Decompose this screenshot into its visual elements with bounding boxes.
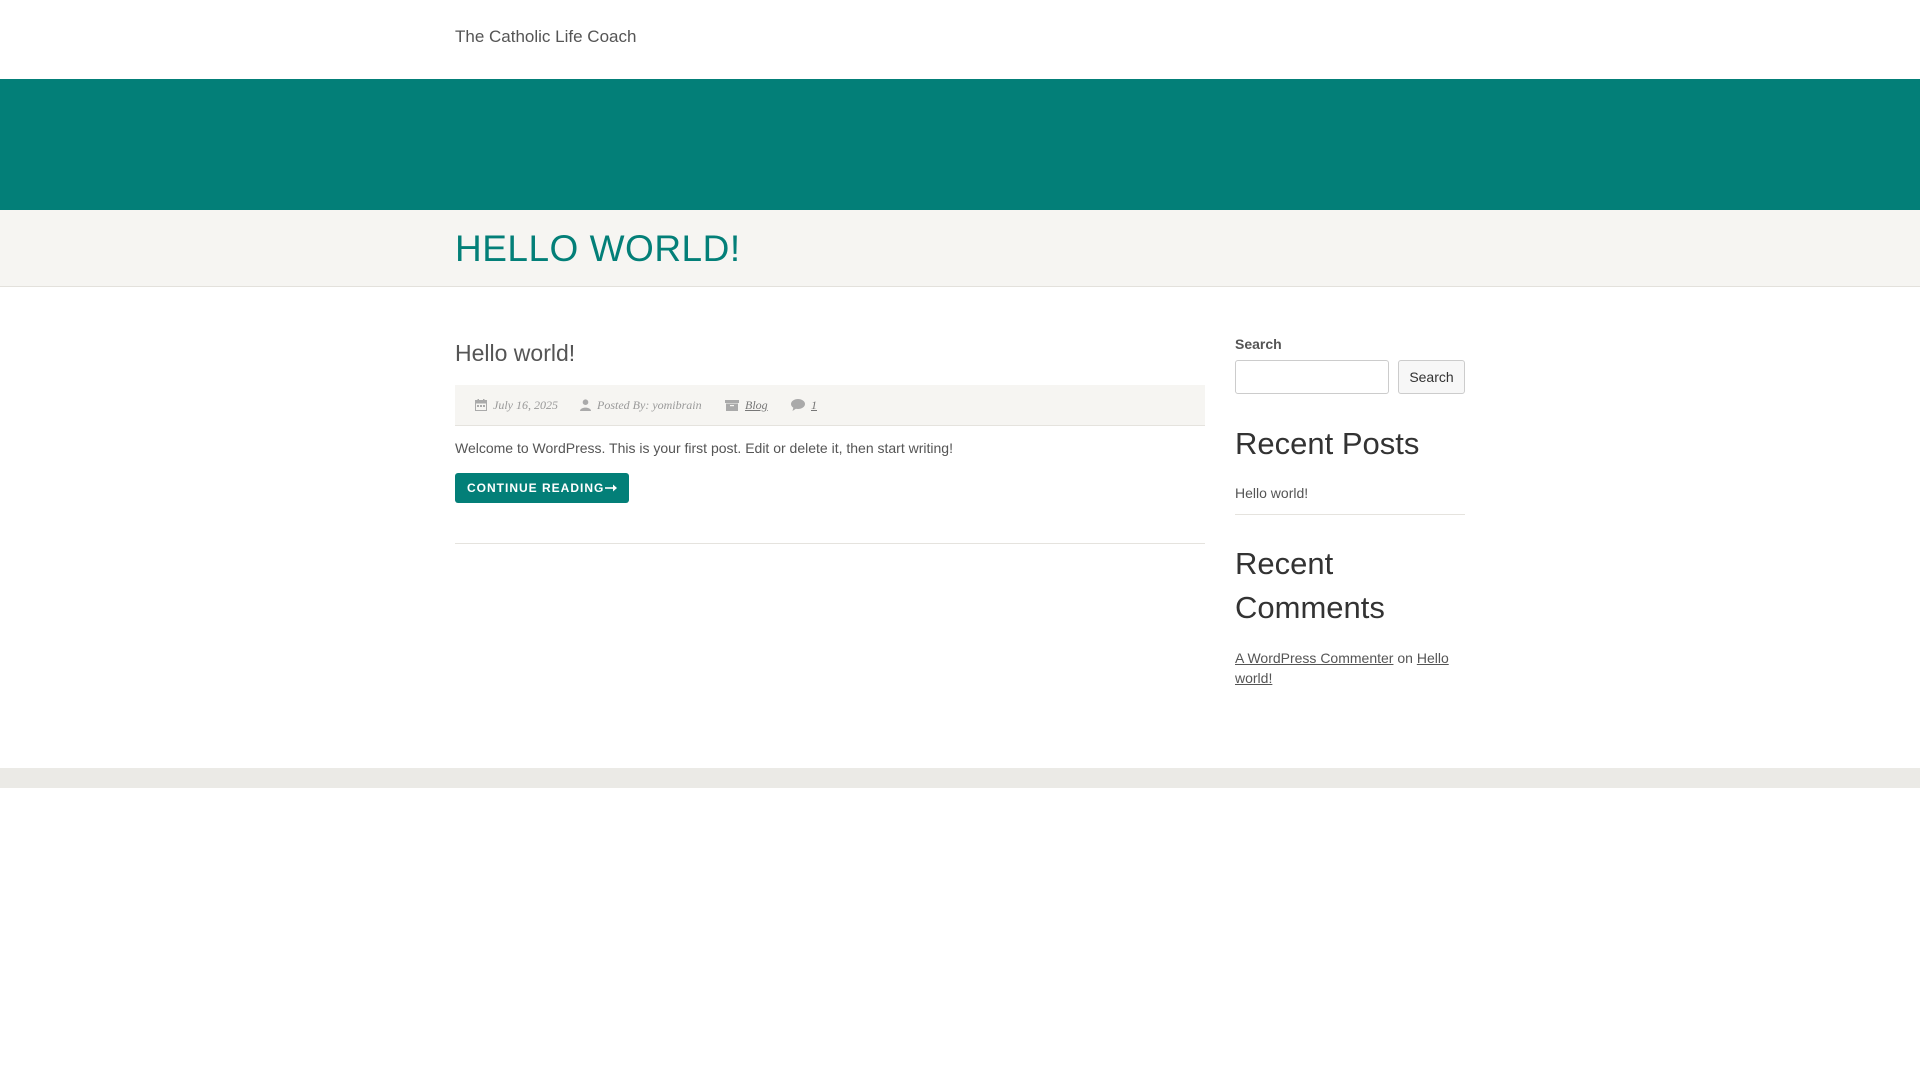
post-excerpt: Welcome to WordPress. This is your first… xyxy=(455,440,953,456)
comment-author-link[interactable]: A WordPress Commenter xyxy=(1235,650,1393,666)
meta-author: Posted By: yomibrain xyxy=(580,398,702,412)
search-label: Search xyxy=(1235,336,1282,352)
meta-category-link[interactable]: Blog xyxy=(745,398,768,412)
search-input[interactable] xyxy=(1235,360,1389,394)
arrow-right-icon xyxy=(605,484,618,492)
meta-category: Blog xyxy=(725,398,768,412)
site-title-link[interactable]: The Catholic Life Coach xyxy=(455,26,636,48)
calendar-icon xyxy=(475,399,487,411)
recent-post-link[interactable]: Hello world! xyxy=(1235,484,1308,502)
folder-icon xyxy=(725,399,739,411)
meta-date-text: July 16, 2025 xyxy=(493,398,558,412)
continue-reading-button[interactable]: CONTINUE READING xyxy=(455,473,630,503)
recent-posts-title: Recent Posts xyxy=(1235,426,1420,461)
user-icon xyxy=(580,399,591,411)
page-title-band: HELLO WORLD! xyxy=(0,210,1920,287)
page-title: HELLO WORLD! xyxy=(455,228,741,269)
recent-comments-title-line2: Comments xyxy=(1235,590,1385,625)
footer-bar xyxy=(0,768,1920,788)
meta-date: July 16, 2025 xyxy=(475,398,558,412)
continue-reading-label: CONTINUE READING xyxy=(467,481,605,495)
site-header: The Catholic Life Coach xyxy=(0,0,1920,79)
entry-meta: July 16, 2025 Posted By: yomibrain Blog … xyxy=(455,385,1205,426)
comment-connector: on xyxy=(1397,650,1413,666)
comment-icon xyxy=(791,399,805,411)
recent-comment-item: A WordPress Commenter on Hello world! xyxy=(1235,648,1465,688)
page-bottom xyxy=(0,788,1920,1080)
recent-comments-title: Recent Comments xyxy=(1235,542,1385,630)
main-area: Hello world! July 16, 2025 Posted By: yo… xyxy=(0,287,1920,768)
post-title[interactable]: Hello world! xyxy=(455,339,575,367)
header-banner xyxy=(0,79,1920,210)
recent-comments-title-line1: Recent xyxy=(1235,546,1334,581)
widget-separator xyxy=(1235,514,1465,515)
meta-author-text: Posted By: yomibrain xyxy=(597,398,702,412)
search-button[interactable]: Search xyxy=(1398,360,1465,394)
meta-comments: 1 xyxy=(791,398,817,412)
post-separator xyxy=(455,543,1205,544)
meta-comments-link[interactable]: 1 xyxy=(811,398,817,412)
